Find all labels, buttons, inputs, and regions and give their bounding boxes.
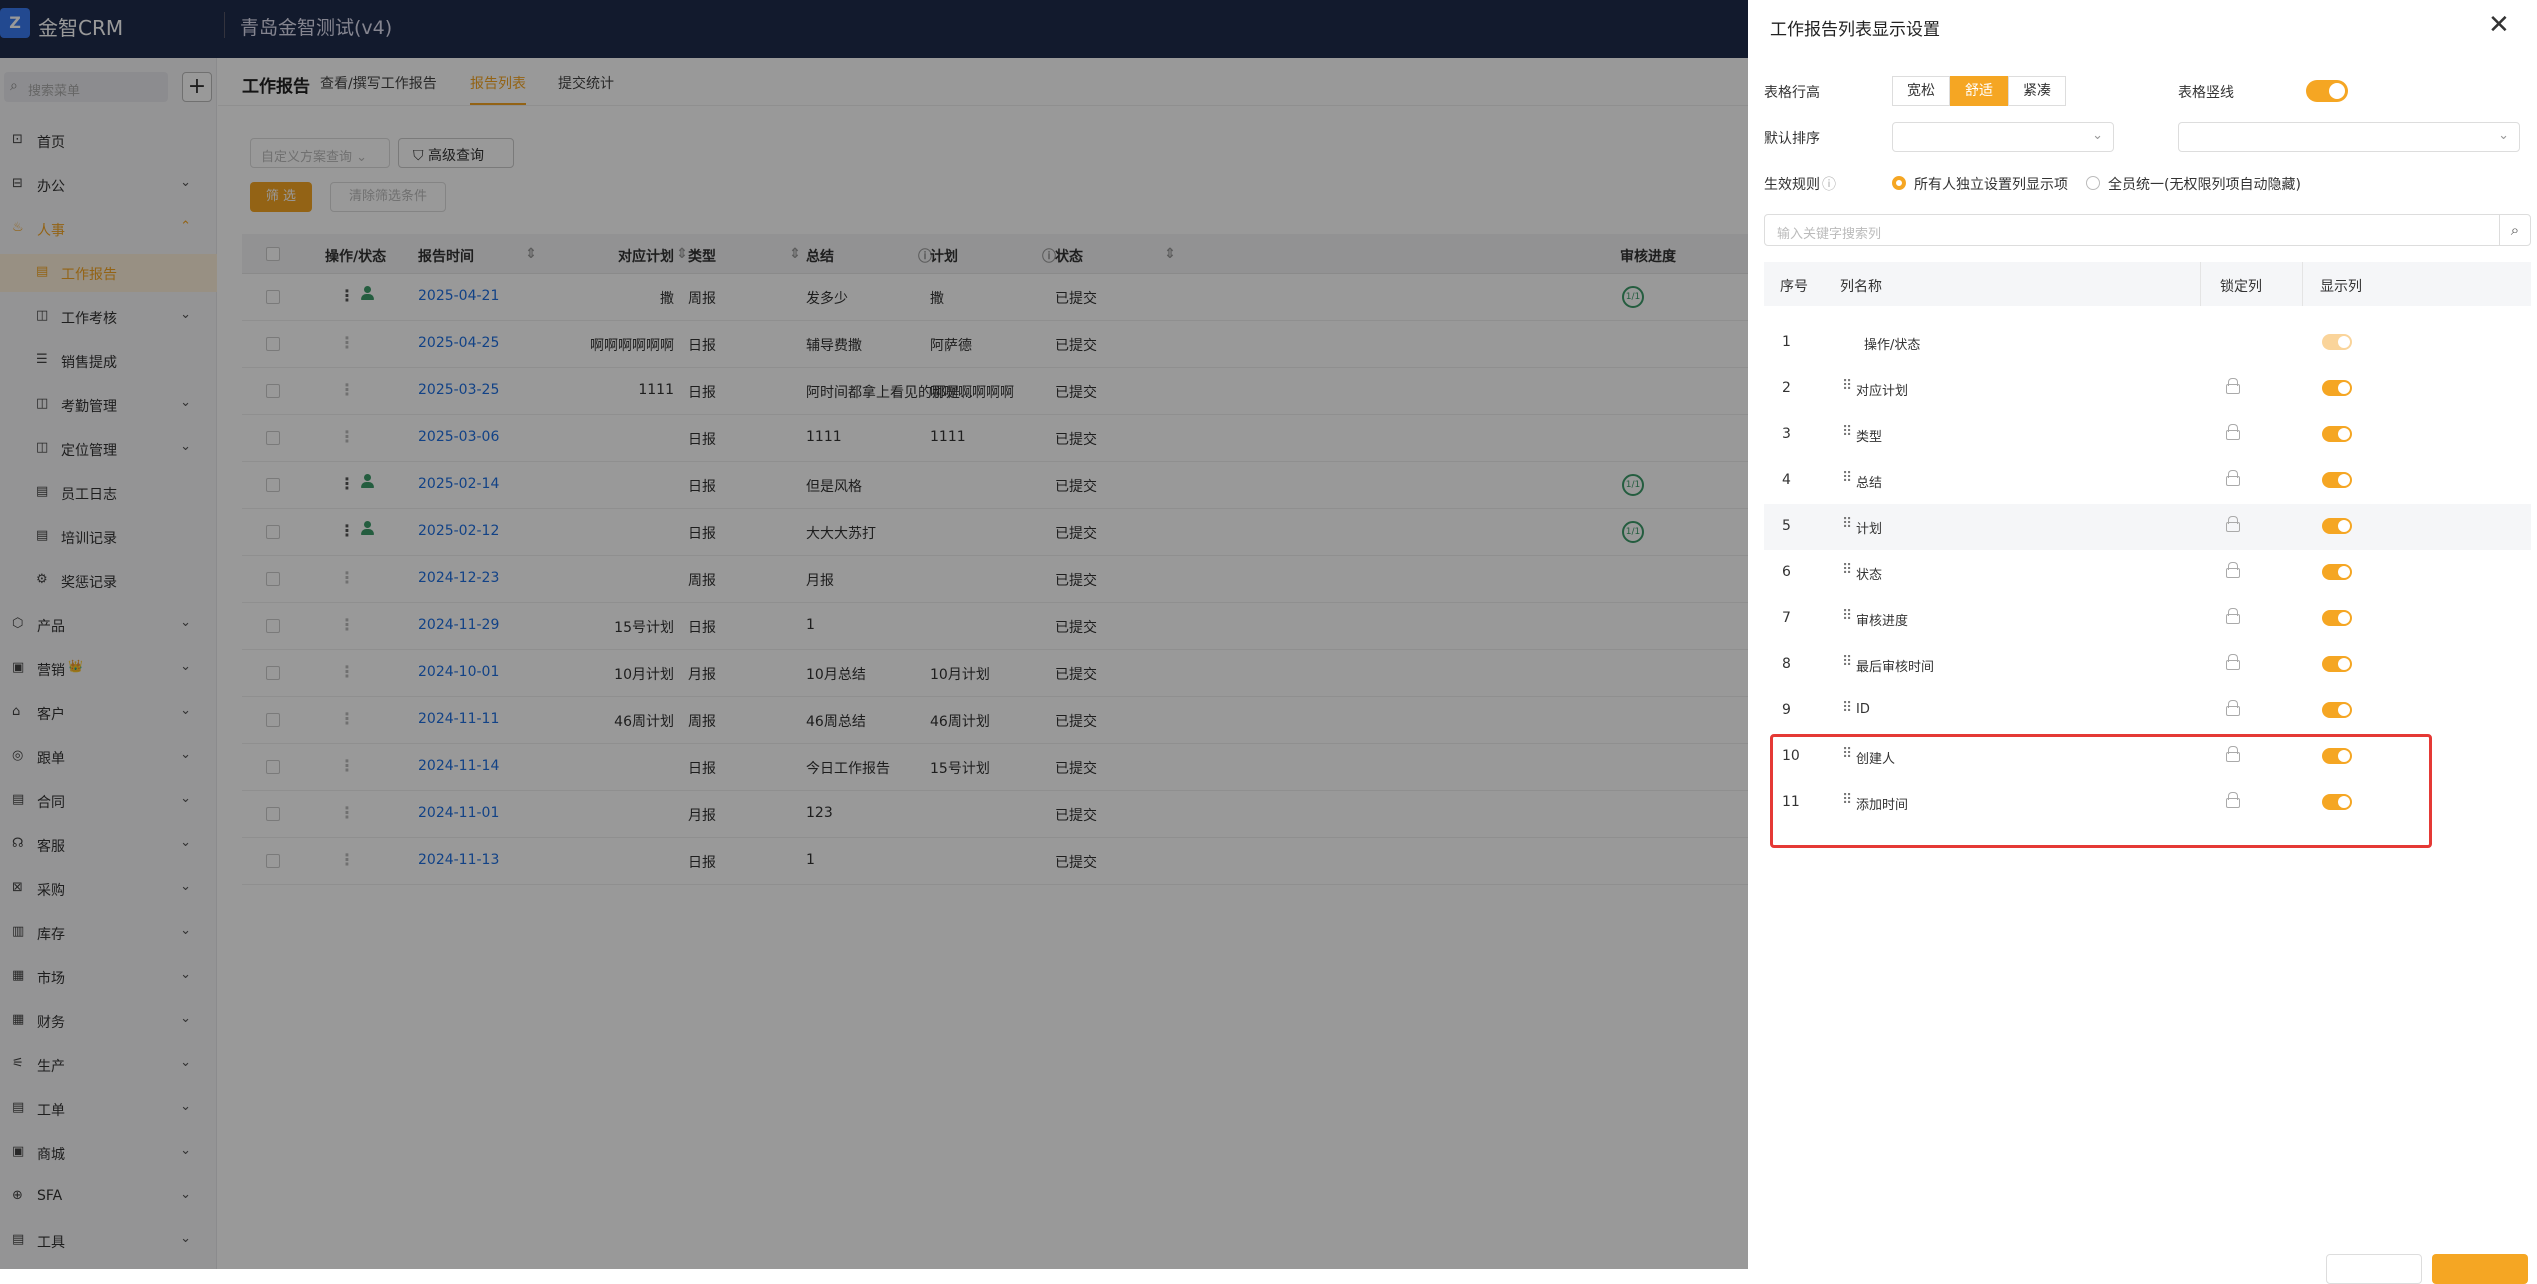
drawer-footer: [1748, 1254, 2537, 1284]
lock-icon[interactable]: [2226, 424, 2240, 440]
column-name: 最后审核时间: [1856, 660, 1935, 675]
column-config-row[interactable]: 3 ⠿ 类型: [1764, 412, 2531, 458]
vertical-lines-toggle[interactable]: [2306, 80, 2348, 102]
header-lock: 锁定列: [2220, 279, 2262, 295]
column-config-row[interactable]: 5 ⠿ 计划: [1764, 504, 2531, 550]
modal-overlay[interactable]: [0, 0, 1748, 1269]
sort-order-select[interactable]: ⌄: [2178, 122, 2520, 152]
drag-handle-icon[interactable]: ⠿: [1842, 700, 1852, 716]
search-icon[interactable]: ⌕: [2499, 214, 2531, 246]
column-index: 7: [1782, 610, 1791, 626]
sort-field-select[interactable]: ⌄: [1892, 122, 2114, 152]
cancel-button[interactable]: [2326, 1254, 2422, 1284]
column-index: 9: [1782, 702, 1791, 718]
column-name: ID: [1856, 702, 1870, 717]
visible-toggle[interactable]: [2322, 380, 2352, 396]
header-name: 列名称: [1840, 279, 1882, 295]
column-config-row[interactable]: 8 ⠿ 最后审核时间: [1764, 642, 2531, 688]
lock-icon[interactable]: [2226, 516, 2240, 532]
vertical-lines-label: 表格竖线: [2178, 85, 2234, 101]
rule-radio-individual[interactable]: [1892, 176, 1906, 190]
column-name: 总结: [1856, 476, 1883, 491]
divider: [2200, 262, 2201, 306]
highlight-box: [1770, 734, 2432, 848]
header-no: 序号: [1780, 279, 1808, 295]
column-config-row[interactable]: 7 ⠿ 审核进度: [1764, 596, 2531, 642]
column-index: 6: [1782, 564, 1791, 580]
header-visible: 显示列: [2320, 279, 2362, 295]
column-settings-drawer: 工作报告列表显示设置 ✕ 表格行高 宽松 舒适 紧凑 表格竖线 默认排序 ⌄ ⌄…: [1748, 0, 2537, 1269]
column-index: 5: [1782, 518, 1791, 534]
column-config-row[interactable]: 6 ⠿ 状态: [1764, 550, 2531, 596]
column-name: 计划: [1856, 522, 1883, 537]
drag-handle-icon[interactable]: ⠿: [1842, 424, 1852, 440]
visible-toggle[interactable]: [2322, 656, 2352, 672]
column-list-header: 序号 列名称 锁定列 显示列: [1764, 262, 2531, 306]
row-height-comfortable[interactable]: 舒适: [1950, 76, 2008, 106]
visible-toggle: [2322, 334, 2352, 350]
column-index: 8: [1782, 656, 1791, 672]
drawer-title: 工作报告列表显示设置: [1770, 20, 1940, 40]
column-config-row[interactable]: 4 ⠿ 总结: [1764, 458, 2531, 504]
column-name: 状态: [1856, 568, 1883, 583]
default-sort-label: 默认排序: [1764, 131, 1820, 147]
drag-handle-icon[interactable]: ⠿: [1842, 654, 1852, 670]
column-config-row[interactable]: 1 操作/状态: [1764, 320, 2531, 366]
visible-toggle[interactable]: [2322, 426, 2352, 442]
column-index: 1: [1782, 334, 1791, 350]
drag-handle-icon[interactable]: ⠿: [1842, 562, 1852, 578]
column-name: 审核进度: [1856, 614, 1909, 629]
column-index: 3: [1782, 426, 1791, 442]
help-icon[interactable]: ⓘ: [1822, 174, 1836, 194]
chevron-down-icon: ⌄: [2092, 128, 2103, 143]
lock-icon[interactable]: [2226, 654, 2240, 670]
column-name: 类型: [1856, 430, 1883, 445]
rule-option-individual[interactable]: 所有人独立设置列显示项: [1914, 174, 2068, 194]
confirm-button[interactable]: [2432, 1254, 2528, 1284]
rule-radio-unified[interactable]: [2086, 176, 2100, 190]
visible-toggle[interactable]: [2322, 610, 2352, 626]
lock-icon[interactable]: [2226, 700, 2240, 716]
visible-toggle[interactable]: [2322, 702, 2352, 718]
drag-handle-icon[interactable]: ⠿: [1842, 470, 1852, 486]
row-height-label: 表格行高: [1764, 85, 1820, 101]
divider: [2302, 262, 2303, 306]
lock-icon[interactable]: [2226, 378, 2240, 394]
rule-label: 生效规则: [1764, 177, 1820, 193]
column-name: 对应计划: [1856, 384, 1909, 399]
row-height-compact[interactable]: 紧凑: [2008, 76, 2066, 106]
column-index: 2: [1782, 380, 1791, 396]
close-icon[interactable]: ✕: [2488, 10, 2510, 40]
rule-option-unified[interactable]: 全员统一(无权限列项自动隐藏): [2108, 174, 2301, 194]
drag-handle-icon[interactable]: ⠿: [1842, 378, 1852, 394]
row-height-loose[interactable]: 宽松: [1892, 76, 1950, 106]
drag-handle-icon[interactable]: ⠿: [1842, 608, 1852, 624]
row-height-segmented: 宽松 舒适 紧凑: [1892, 76, 2066, 106]
column-index: 4: [1782, 472, 1791, 488]
visible-toggle[interactable]: [2322, 518, 2352, 534]
column-config-row[interactable]: 2 ⠿ 对应计划: [1764, 366, 2531, 412]
visible-toggle[interactable]: [2322, 472, 2352, 488]
chevron-down-icon: ⌄: [2498, 128, 2509, 143]
visible-toggle[interactable]: [2322, 564, 2352, 580]
drag-handle-icon[interactable]: ⠿: [1842, 516, 1852, 532]
lock-icon[interactable]: [2226, 470, 2240, 486]
lock-icon[interactable]: [2226, 562, 2240, 578]
column-name: 操作/状态: [1864, 338, 1921, 353]
column-search-input[interactable]: 输入关键字搜索列: [1764, 214, 2500, 246]
lock-icon[interactable]: [2226, 608, 2240, 624]
column-config-row[interactable]: 9 ⠿ ID: [1764, 688, 2531, 734]
